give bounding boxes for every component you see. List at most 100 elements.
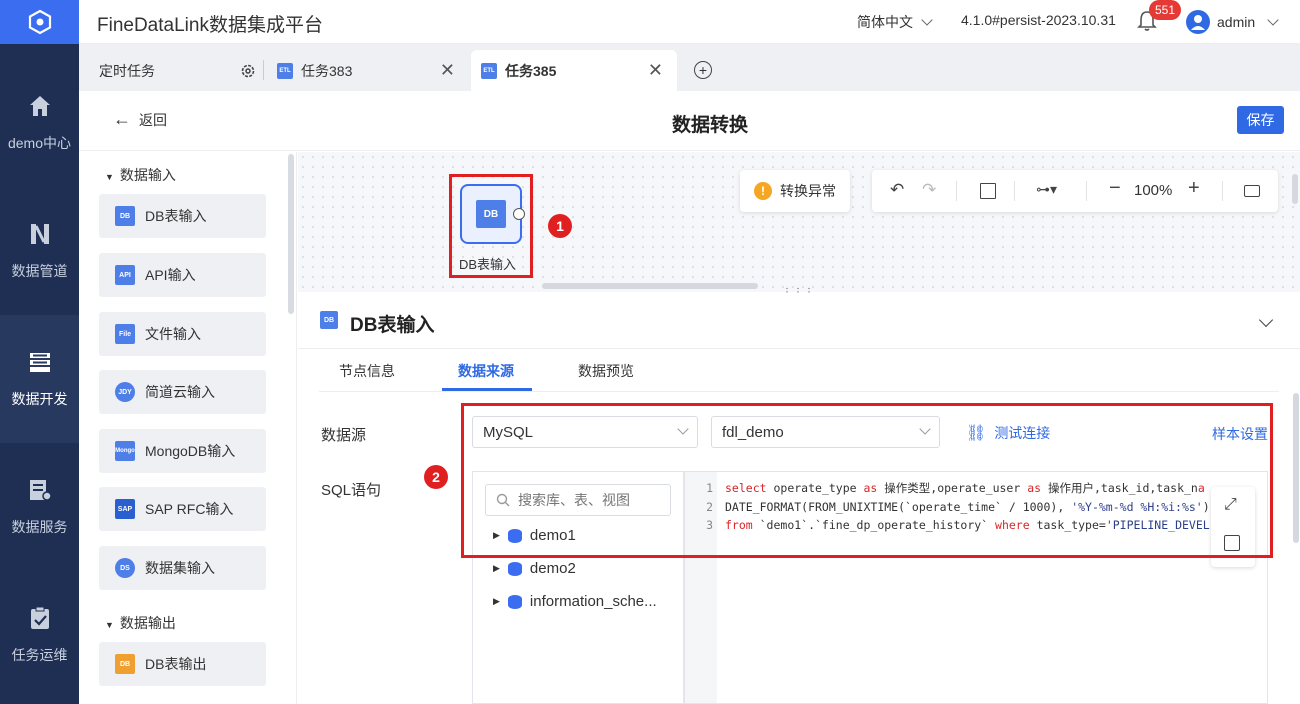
nav-item-service[interactable]: 数据服务 [0,443,79,571]
chevron-down-icon [921,13,933,26]
tab-bar: 定时任务 ETL 任务383 ✕ ETL 任务385 ✕ + [79,44,1300,91]
db-output-icon: DB [115,654,135,674]
db-input-icon: DB [115,206,135,226]
nav-label: 任务运维 [11,647,68,663]
arrow-left-icon: ← [113,109,131,129]
toolbar-divider [1222,181,1223,201]
caret-right-icon: ▶ [493,596,500,606]
zoom-in-icon[interactable]: + [1188,177,1200,200]
marker-1: 1 [548,214,572,238]
group-label: 数据输出 [119,615,176,631]
db-input-icon: DB [320,311,338,329]
component-db-output[interactable]: DB DB表输出 [99,642,266,686]
node-output-port[interactable] [513,208,525,220]
close-icon[interactable]: ✕ [648,60,663,81]
task-icon: ETL [277,62,293,79]
component-dataset-input[interactable]: DS 数据集输入 [99,546,266,590]
service-icon [29,480,52,501]
database-icon [507,594,522,609]
layout-icon[interactable]: ⊶▾ [1036,181,1057,198]
home-icon [29,96,50,116]
save-button[interactable]: 保存 [1237,106,1284,134]
gear-icon[interactable] [240,63,256,79]
datasource-label: 数据源 [321,427,367,444]
component-mongodb-input[interactable]: Mongo MongoDB输入 [99,429,266,473]
avatar [1186,10,1210,34]
component-label: 文件输入 [145,326,201,342]
nav-label: 数据服务 [11,519,68,535]
component-label: API输入 [145,267,196,283]
canvas-toolbar: ↶ ↷ ⊶▾ − 100% + [872,170,1278,212]
component-file-input[interactable]: File 文件输入 [99,312,266,356]
app-title: FineDataLink数据集成平台 [97,15,323,36]
group-output[interactable]: ▼ 数据输出 [105,613,176,633]
nav-item-pipeline[interactable]: 数据管道 [0,187,79,315]
component-jdy-input[interactable]: JDY 简道云输入 [99,370,266,414]
component-api-input[interactable]: API API输入 [99,253,266,297]
node-label: DB表输入 [459,257,517,272]
component-label: 简道云输入 [145,384,215,400]
redo-icon[interactable]: ↷ [922,180,936,200]
ops-icon [30,606,49,629]
warning-icon: ! [754,182,772,200]
group-label: 数据输入 [119,167,176,183]
pipeline-icon [30,224,49,244]
fit-view-icon[interactable] [980,183,996,199]
conversion-warning[interactable]: ! 转换异常 [740,170,850,212]
user-menu[interactable]: admin [1185,9,1279,35]
nav-item-dev[interactable]: 数据开发 [0,315,79,443]
canvas-scrollbar[interactable] [542,283,758,289]
group-input[interactable]: ▼ 数据输入 [105,165,176,185]
add-tab-icon[interactable]: + [694,61,712,79]
scrollbar[interactable] [288,154,294,314]
back-button[interactable]: ← 返回 [113,109,167,130]
nav-item-demo[interactable]: demo中心 [0,59,79,187]
toolbar-divider [1086,181,1087,201]
zoom-level: 100% [1134,182,1173,199]
flow-canvas[interactable]: DB DB表输入 1 ! 转换异常 ↶ ↷ ⊶▾ − 100% + ⋮⋮⋮ [298,152,1300,298]
canvas-scrollbar-v[interactable] [1292,174,1298,204]
close-icon[interactable]: ✕ [440,60,455,81]
tab-divider [263,60,264,80]
db-input-icon: DB [476,200,506,228]
chevron-down-icon [1267,13,1279,26]
dev-icon [29,353,50,372]
logo[interactable] [0,0,79,44]
nav-label: 数据开发 [11,391,68,407]
tab-divider [319,391,1279,392]
caret-down-icon: ▼ [105,620,114,630]
tab-label: 任务385 [505,62,557,79]
tab-task-383[interactable]: ETL 任务383 ✕ [269,50,467,91]
tab-data-preview[interactable]: 数据预览 [578,361,634,381]
tab-data-source[interactable]: 数据来源 [458,361,514,381]
user-name: admin [1217,14,1256,30]
component-panel: ▼ 数据输入 DB DB表输入 API API输入 File 文件输入 JDY 简道云输入… [79,152,297,704]
collapse-icon[interactable] [1258,312,1274,328]
back-label: 返回 [139,111,167,128]
tab-task-385[interactable]: ETL 任务385 ✕ [471,50,677,91]
panel-header: DB DB表输入 [298,293,1300,349]
component-db-input[interactable]: DB DB表输入 [99,194,266,238]
tab-scheduled[interactable]: 定时任务 [79,50,262,91]
nav-item-ops[interactable]: 任务运维 [0,571,79,699]
version-label: 4.1.0#persist-2023.10.31 [961,12,1116,28]
tab-label: 定时任务 [99,62,155,79]
notification-badge: 551 [1149,0,1182,20]
tree-item-demo2[interactable]: ▶ demo2 [493,560,576,577]
warning-label: 转换异常 [780,183,836,199]
caret-right-icon: ▶ [493,563,500,573]
keyboard-icon[interactable] [1244,185,1260,197]
zoom-out-icon[interactable]: − [1109,177,1121,200]
tab-node-info[interactable]: 节点信息 [339,361,395,381]
component-label: DB表输出 [145,656,207,672]
language-selector[interactable]: 简体中文 [857,12,933,32]
mongodb-input-icon: Mongo [115,441,135,461]
panel-scrollbar[interactable] [1293,393,1299,543]
tree-item-information-schema[interactable]: ▶ information_sche... [493,593,657,610]
top-bar: FineDataLink数据集成平台 简体中文 4.1.0#persist-20… [79,0,1300,44]
database-icon [507,561,522,576]
tree-label: information_sche... [529,593,657,610]
component-sap-input[interactable]: SAP SAP RFC输入 [99,487,266,531]
undo-icon[interactable]: ↶ [890,180,904,200]
dataset-input-icon: DS [115,558,135,578]
